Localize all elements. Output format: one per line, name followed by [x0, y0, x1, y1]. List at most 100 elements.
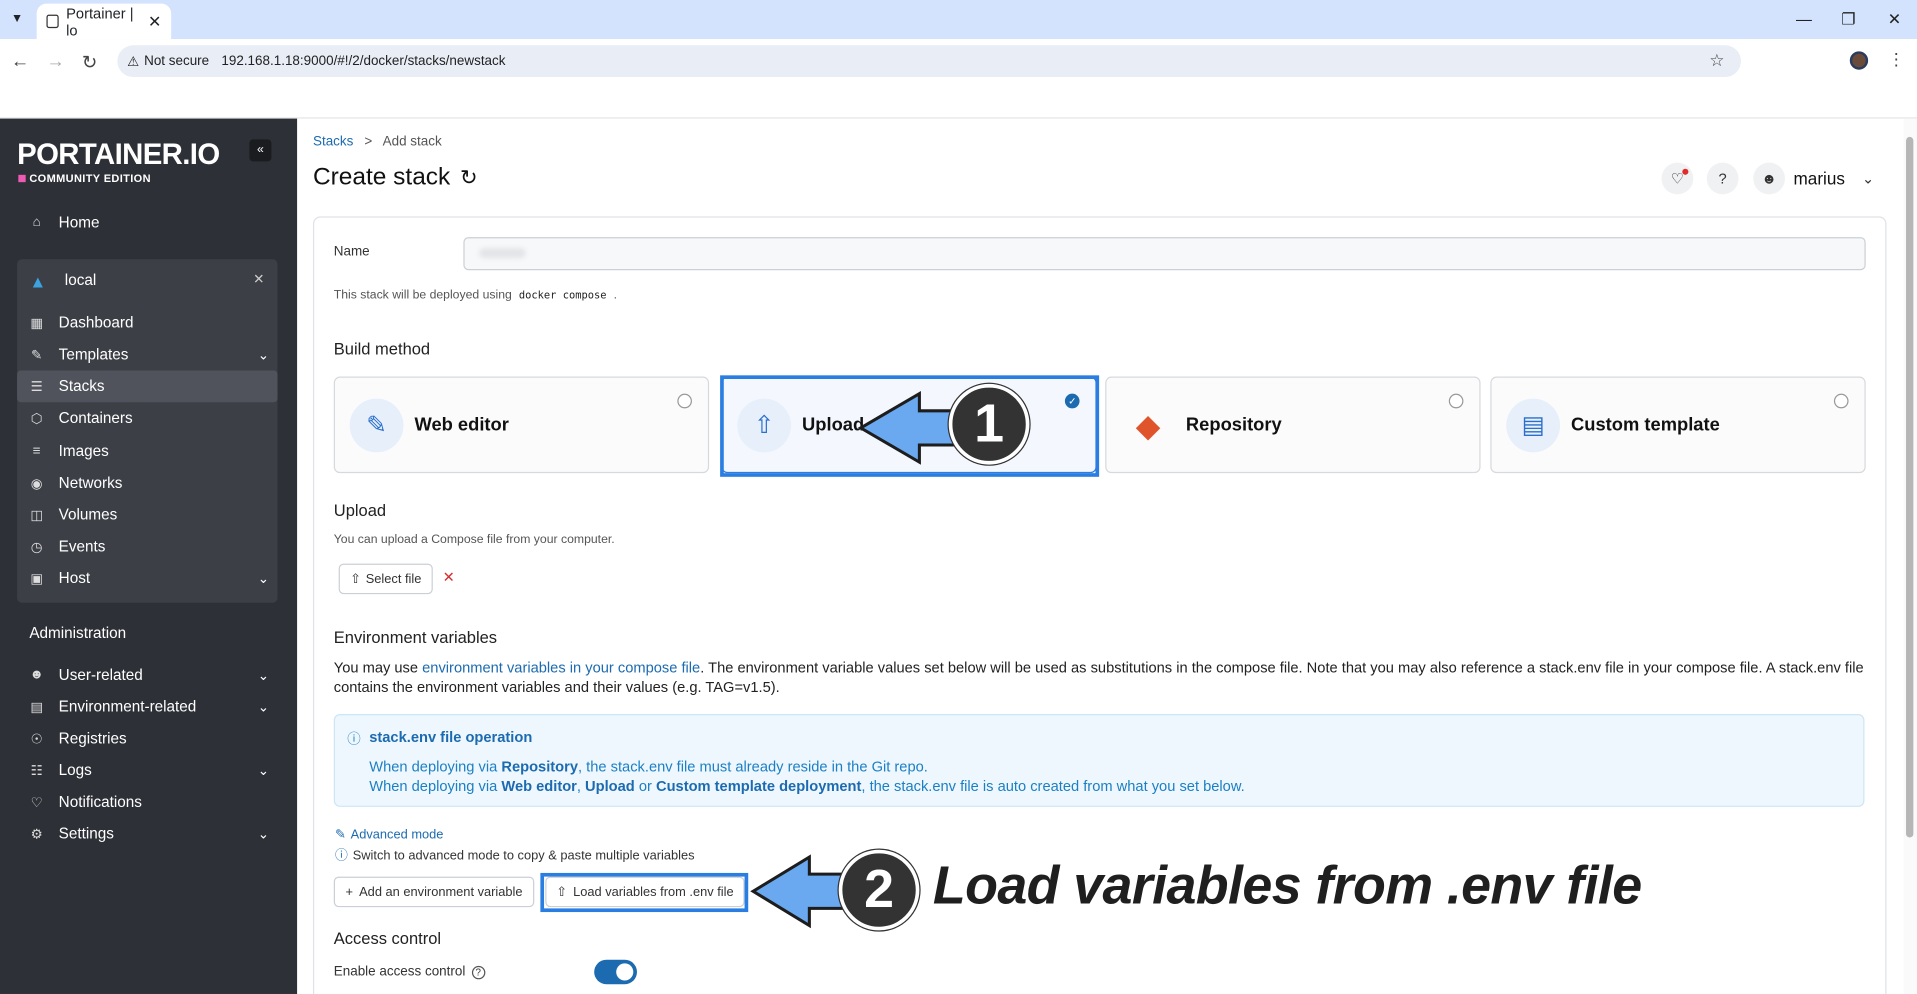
stack-name-input[interactable] — [463, 237, 1866, 271]
sidebar-item-containers[interactable]: ⬡ Containers — [29, 410, 269, 427]
sidebar-item-settings[interactable]: ⚙ Settings ⌄ — [29, 825, 269, 842]
sidebar-item-volumes[interactable]: ◫ Volumes — [29, 506, 269, 523]
step-2-badge: 2 — [838, 849, 920, 931]
not-secure-indicator[interactable]: ⚠ Not secure — [127, 53, 209, 69]
sidebar-item-stacks[interactable]: ☰ Stacks — [29, 378, 269, 395]
sidebar-item-registries[interactable]: ☉ Registries — [29, 730, 269, 747]
close-tab-icon[interactable]: ✕ — [148, 12, 161, 32]
upload-hint: You can upload a Compose file from your … — [333, 533, 615, 547]
browser-menu-icon[interactable]: ⋮ — [1888, 49, 1905, 70]
user-menu[interactable]: marius — [1794, 169, 1845, 189]
radio-custom-template[interactable] — [1833, 393, 1849, 409]
close-environment-icon[interactable]: ✕ — [253, 271, 264, 288]
sidebar-item-label: Templates — [58, 345, 129, 364]
env-vars-docs-link[interactable]: environment variables in your compose fi… — [422, 659, 700, 676]
access-control-toggle[interactable] — [594, 959, 637, 985]
docker-whale-icon: ▲ — [29, 271, 47, 291]
help-icon[interactable]: ? — [471, 965, 485, 979]
info-icon: ⓘ — [334, 848, 348, 864]
sidebar-item-label: Notifications — [58, 793, 142, 811]
build-method-web-editor[interactable]: ✎ Web editor — [333, 376, 710, 474]
info-line-2: When deploying via Web editor, Upload or… — [369, 778, 1244, 795]
sidebar-item-environment-related[interactable]: ▤ Environment-related ⌄ — [29, 698, 269, 715]
portainer-logo[interactable]: PORTAINER.IO — [17, 138, 220, 172]
info-text: or — [634, 777, 656, 795]
load-env-highlight-box — [540, 872, 749, 913]
sidebar-item-label: Settings — [58, 825, 114, 843]
host-icon: ▣ — [30, 571, 44, 587]
sidebar-item-dashboard[interactable]: ▦ Dashboard — [29, 314, 269, 331]
page-title-row: Create stack ↻ — [313, 164, 477, 192]
notifications-bell-button[interactable]: ♡ — [1661, 162, 1694, 195]
breadcrumb-current: Add stack — [382, 134, 442, 150]
advanced-mode-link[interactable]: ✎ Advanced mode — [335, 828, 443, 843]
url-text[interactable]: 192.168.1.18:9000/#!/2/docker/stacks/new… — [221, 54, 505, 69]
sidebar-item-label: Containers — [58, 409, 133, 427]
select-file-button[interactable]: ⇧ Select file — [338, 563, 433, 595]
address-bar[interactable]: ⚠ Not secure 192.168.1.18:9000/#!/2/dock… — [117, 45, 1741, 78]
forward-icon[interactable]: → — [46, 51, 64, 72]
page-title: Create stack — [312, 163, 451, 191]
sidebar-item-logs[interactable]: ☷ Logs ⌄ — [29, 762, 269, 779]
breadcrumb-separator: > — [364, 134, 373, 150]
sidebar-item-events[interactable]: ◷ Events — [29, 538, 269, 555]
sidebar-item-networks[interactable]: ◉ Networks — [29, 474, 269, 491]
build-method-label: Custom template — [1571, 414, 1720, 436]
scrollbar-thumb[interactable] — [1906, 136, 1914, 838]
chevron-down-icon: ⌄ — [257, 347, 269, 363]
sidebar-item-label: Home — [58, 213, 100, 232]
git-icon: ◆ — [1135, 407, 1161, 444]
edit-icon: ✎ — [334, 827, 346, 843]
remove-file-icon[interactable]: ✕ — [443, 569, 455, 586]
minimize-icon[interactable]: — — [1796, 10, 1812, 28]
sidebar-item-label: Logs — [58, 761, 92, 779]
environment-name[interactable]: local — [65, 271, 96, 288]
add-env-label: Add an environment variable — [359, 884, 523, 900]
help-icon[interactable]: ? — [1706, 162, 1739, 195]
templates-icon: ✎ — [31, 347, 43, 363]
sidebar-item-home[interactable]: ⌂ Home — [29, 214, 269, 231]
add-environment-variable-button[interactable]: + Add an environment variable — [333, 876, 535, 908]
reload-icon[interactable]: ↻ — [82, 51, 97, 74]
sidebar-item-images[interactable]: ≡ Images — [29, 443, 269, 460]
radio-web-editor[interactable] — [677, 393, 692, 409]
stacks-icon: ☰ — [30, 379, 43, 395]
environment-variables-description: You may use environment variables in you… — [334, 658, 1868, 697]
build-method-custom-template[interactable]: ▤ Custom template — [1490, 376, 1866, 474]
chevron-down-icon[interactable]: ⌄ — [1862, 170, 1874, 187]
tab-list-chevron-icon[interactable]: ▼ — [7, 10, 27, 30]
sidebar-item-label: Images — [58, 442, 109, 460]
restore-icon[interactable]: ❐ — [1841, 10, 1855, 30]
volumes-icon: ◫ — [30, 507, 44, 523]
sidebar-item-label: Registries — [58, 729, 127, 748]
profile-avatar[interactable] — [1849, 51, 1869, 70]
sidebar-item-label: User-related — [58, 666, 143, 684]
sidebar-item-notifications[interactable]: ♡ Notifications — [29, 793, 269, 810]
info-bold: Upload — [585, 777, 635, 795]
collapse-sidebar-button[interactable]: « — [249, 139, 272, 162]
build-method-heading: Build method — [333, 339, 431, 359]
breadcrumb-stacks-link[interactable]: Stacks — [313, 134, 353, 149]
close-window-icon[interactable]: ✕ — [1888, 10, 1901, 30]
bookmark-star-icon[interactable]: ☆ — [1709, 50, 1724, 71]
info-text: , the stack.env file must already reside… — [578, 758, 928, 776]
radio-repository[interactable] — [1448, 393, 1464, 409]
build-method-label: Repository — [1185, 414, 1282, 436]
info-text: When deploying via — [369, 758, 502, 776]
deploy-note-code: docker compose — [518, 289, 607, 302]
browser-tab[interactable]: Portainer | lo ✕ — [36, 3, 172, 40]
refresh-icon[interactable]: ↻ — [460, 166, 477, 190]
notification-dot — [1682, 168, 1689, 175]
browser-tab-strip — [0, 0, 1917, 40]
user-avatar-icon[interactable]: ☻ — [1753, 162, 1785, 195]
sidebar-item-label: Dashboard — [58, 314, 134, 332]
chevron-down-icon: ⌄ — [257, 699, 269, 715]
user-icon: ☻ — [29, 667, 44, 683]
build-method-repository[interactable]: ◆ Repository — [1105, 376, 1481, 474]
sidebar-item-label: Volumes — [58, 506, 118, 524]
sidebar-item-host[interactable]: ▣ Host ⌄ — [29, 570, 269, 587]
sidebar-item-templates[interactable]: ✎ Templates ⌄ — [29, 346, 269, 363]
sidebar-item-user-related[interactable]: ☻ User-related ⌄ — [29, 666, 269, 683]
breadcrumb: Stacks > Add stack — [313, 134, 442, 149]
back-icon[interactable]: ← — [11, 51, 29, 72]
